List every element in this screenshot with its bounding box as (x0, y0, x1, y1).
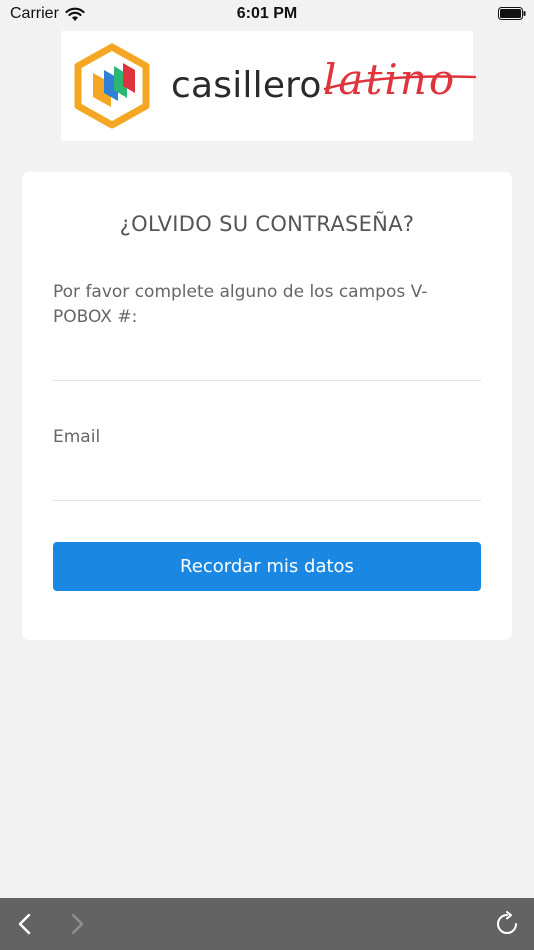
reload-icon[interactable] (494, 911, 520, 937)
page-title: ¿OLVIDO SU CONTRASEÑA? (119, 212, 415, 236)
remember-data-button[interactable]: Recordar mis datos (53, 542, 481, 591)
cube-logo-icon (74, 43, 150, 129)
form-description: Por favor complete alguno de los campos … (53, 282, 428, 327)
logo-wordmark: casillero (171, 65, 322, 106)
chevron-right-icon[interactable] (66, 912, 88, 936)
pobox-input[interactable] (53, 344, 481, 381)
status-bar: Carrier 6:01 PM (0, 0, 534, 28)
email-input[interactable] (53, 464, 481, 501)
brand-logo: casillero latino (61, 31, 477, 141)
browser-toolbar (0, 898, 534, 950)
status-time: 6:01 PM (236, 5, 298, 22)
logo-script-word: latino (323, 55, 457, 104)
battery-icon (498, 7, 526, 20)
email-label: Email (53, 427, 101, 447)
chevron-left-icon[interactable] (14, 912, 36, 936)
forgot-password-card: ¿OLVIDO SU CONTRASEÑA? Por favor complet… (22, 172, 512, 640)
